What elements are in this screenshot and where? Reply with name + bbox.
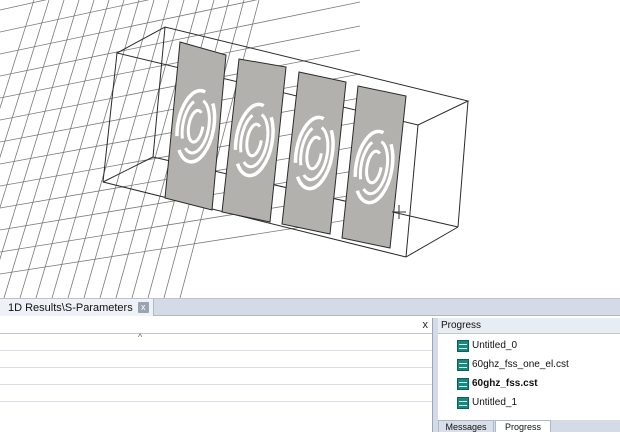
progress-item-label: Untitled_1 xyxy=(472,397,518,408)
progress-item-label: 60ghz_fss.cst xyxy=(472,378,538,389)
table-row[interactable] xyxy=(0,334,432,351)
simulation-icon xyxy=(457,377,469,390)
grid-line xyxy=(0,0,47,11)
bottom-tab-strip: Messages Progress xyxy=(438,420,620,432)
results-panel-header: x xyxy=(0,318,432,334)
tab-messages[interactable]: Messages xyxy=(438,420,494,432)
simulation-icon xyxy=(457,396,469,409)
progress-list: Untitled_0 60ghz_fss_one_el.cst 60ghz_fs… xyxy=(438,334,620,412)
grid-line xyxy=(0,0,35,110)
progress-item[interactable]: 60ghz_fss_one_el.cst xyxy=(438,355,620,374)
progress-item[interactable]: Untitled_0 xyxy=(438,336,620,355)
fss-panel xyxy=(164,41,227,211)
grid-line xyxy=(83,0,170,298)
simulation-icon xyxy=(457,339,469,352)
model-canvas[interactable] xyxy=(0,0,620,298)
progress-panel-title: Progress xyxy=(438,318,620,334)
table-row[interactable] xyxy=(0,351,432,368)
fss-element xyxy=(341,85,407,249)
fss-panel xyxy=(281,71,347,235)
progress-panel: Progress Untitled_0 60ghz_fss_one_el.cst… xyxy=(438,318,620,432)
results-tab-strip: 1D Results\S-Parameters x xyxy=(0,298,620,316)
fss-panel xyxy=(221,58,287,223)
grid-line xyxy=(0,0,80,261)
tab-progress[interactable]: Progress xyxy=(495,420,551,432)
fss-element xyxy=(221,58,287,223)
fss-panel xyxy=(341,85,407,249)
progress-item-label: Untitled_0 xyxy=(472,340,518,351)
progress-item-active[interactable]: 60ghz_fss.cst xyxy=(438,374,620,393)
tab-s-parameters[interactable]: 1D Results\S-Parameters x xyxy=(0,299,154,316)
fss-element xyxy=(164,41,227,211)
tab-label: 1D Results\S-Parameters xyxy=(8,301,133,314)
3d-viewport[interactable] xyxy=(0,0,620,298)
fss-element xyxy=(281,71,347,235)
grid-line xyxy=(0,0,65,209)
table-row[interactable] xyxy=(0,368,432,385)
simulation-icon xyxy=(457,358,469,371)
progress-item[interactable]: Untitled_1 xyxy=(438,393,620,412)
results-panel: x ^ xyxy=(0,318,433,432)
progress-item-label: 60ghz_fss_one_el.cst xyxy=(472,359,569,370)
sort-indicator-icon[interactable]: ^ xyxy=(138,332,142,342)
grid-line xyxy=(0,0,50,159)
close-tab-icon[interactable]: x xyxy=(137,302,149,313)
close-panel-icon[interactable]: x xyxy=(423,319,429,331)
table-row[interactable] xyxy=(0,385,432,402)
